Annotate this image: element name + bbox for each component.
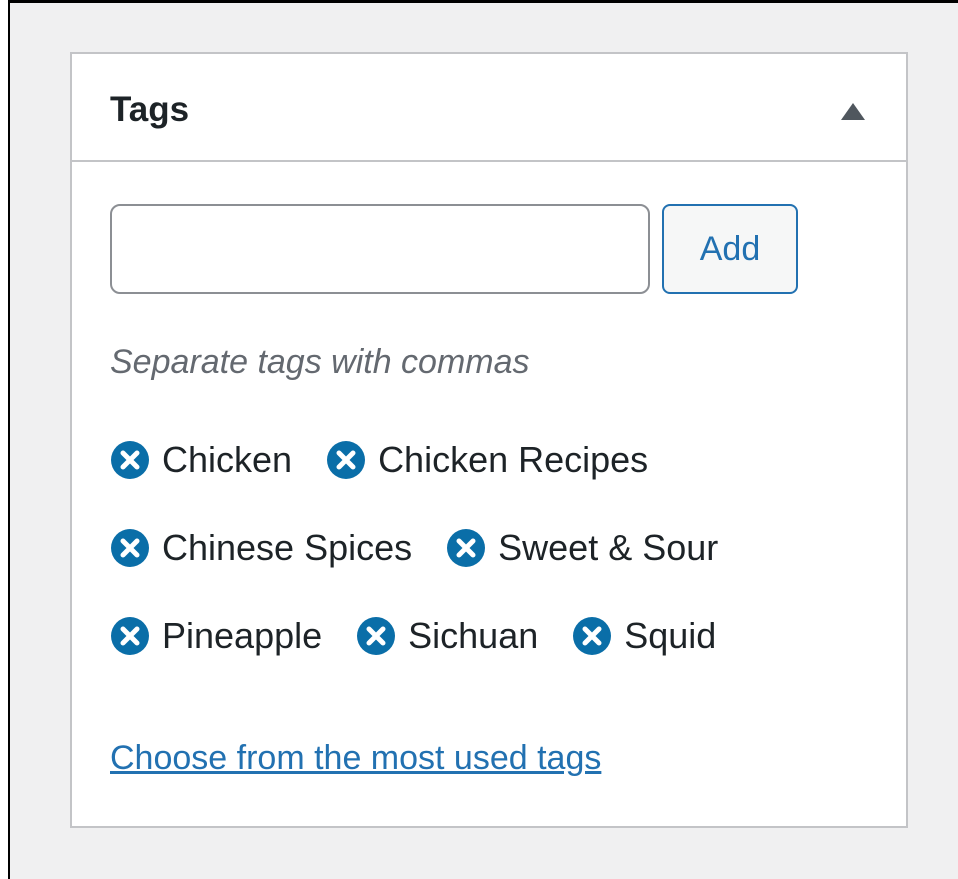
- window-frame-top: [0, 0, 958, 3]
- remove-circle-x-icon: [111, 441, 149, 479]
- window-frame-left: [0, 0, 10, 879]
- remove-tag-button[interactable]: [326, 440, 366, 480]
- tag-label: Sweet & Sour: [498, 527, 719, 568]
- tag-item-chinese-spices: Chinese Spices: [110, 526, 412, 570]
- remove-circle-x-icon: [357, 617, 396, 655]
- remove-tag-button[interactable]: [572, 616, 612, 656]
- remove-circle-x-icon: [111, 529, 149, 567]
- remove-circle-x-icon: [447, 529, 486, 567]
- toggle-panel-button[interactable]: [836, 96, 870, 126]
- tag-row: Pineapple Sichuan Squid: [110, 614, 870, 658]
- remove-tag-button[interactable]: [110, 440, 150, 480]
- tag-label: Chinese Spices: [162, 527, 413, 568]
- remove-tag-button[interactable]: [110, 528, 150, 568]
- tag-item-squid: Squid: [572, 614, 716, 658]
- tag-item-pineapple: Pineapple: [110, 614, 322, 658]
- tag-item-chicken-recipes: Chicken Recipes: [326, 438, 648, 482]
- remove-circle-x-icon: [573, 617, 612, 655]
- postbox-header: Tags: [72, 54, 906, 162]
- tag-item-sweet-sour: Sweet & Sour: [446, 526, 718, 570]
- tag-item-sichuan: Sichuan: [356, 614, 538, 658]
- remove-tag-button[interactable]: [356, 616, 396, 656]
- most-used-tags-link[interactable]: Choose from the most used tags: [110, 738, 601, 778]
- tags-postbox: Tags Add Separate tags with commas Chick…: [70, 52, 908, 828]
- remove-circle-x-icon: [327, 441, 366, 479]
- tag-row: Chicken Chicken Recipes: [110, 438, 870, 482]
- remove-tag-button[interactable]: [110, 616, 150, 656]
- postbox-title: Tags: [110, 90, 190, 129]
- remove-tag-button[interactable]: [446, 528, 486, 568]
- tag-row: Chinese Spices Sweet & Sour: [110, 526, 870, 570]
- triangle-up-icon: [841, 102, 865, 120]
- tag-label: Sichuan: [408, 615, 539, 656]
- tag-label: Chicken: [162, 439, 293, 480]
- tag-help-text: Separate tags with commas: [110, 343, 530, 381]
- tag-label: Pineapple: [162, 615, 323, 656]
- tag-checklist: Chicken Chicken Recipes Chinese Spices S…: [110, 438, 870, 702]
- tag-item-chicken: Chicken: [110, 438, 292, 482]
- add-tag-button[interactable]: Add: [662, 204, 798, 294]
- remove-circle-x-icon: [111, 617, 149, 655]
- tag-label: Chicken Recipes: [378, 439, 649, 480]
- new-tag-input[interactable]: [110, 204, 650, 294]
- tag-label: Squid: [624, 615, 717, 656]
